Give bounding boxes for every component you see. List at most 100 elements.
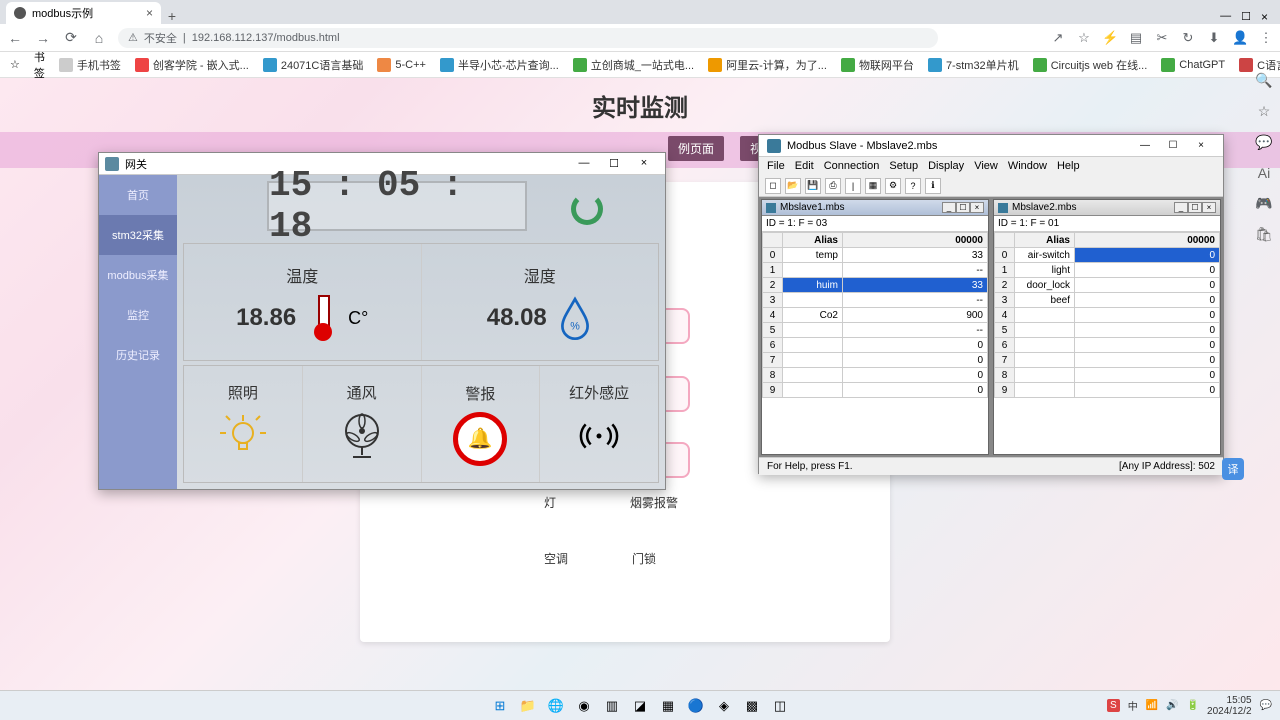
- browser-tab[interactable]: modbus示例 ×: [6, 2, 161, 24]
- tray-clock[interactable]: 15:05 2024/12/2: [1207, 695, 1252, 717]
- reader-icon[interactable]: ▤: [1128, 30, 1144, 46]
- sidebar-item[interactable]: modbus采集: [99, 255, 177, 295]
- side-shop-icon[interactable]: 🛍: [1255, 226, 1273, 243]
- bookmark-item[interactable]: 手机书签: [59, 57, 121, 73]
- menu-item[interactable]: File: [767, 160, 785, 172]
- bookmark-icon[interactable]: ☆: [1076, 30, 1092, 46]
- pane-max-icon[interactable]: ☐: [1188, 202, 1202, 213]
- share-icon[interactable]: ↗: [1050, 30, 1066, 46]
- mb-min-icon[interactable]: —: [1131, 140, 1159, 151]
- menu-item[interactable]: Display: [928, 160, 964, 172]
- pane-titlebar[interactable]: Mbslave2.mbs _☐×: [994, 200, 1220, 216]
- task-app7-icon[interactable]: ◫: [769, 695, 791, 717]
- gw-min-icon[interactable]: —: [569, 157, 599, 170]
- bookmark-item[interactable]: ChatGPT: [1161, 57, 1225, 73]
- register-row[interactable]: 90: [995, 383, 1220, 398]
- gw-close-icon[interactable]: ×: [629, 157, 659, 170]
- bookmark-item[interactable]: 创客学院 - 嵌入式...: [135, 57, 249, 73]
- task-edge-icon[interactable]: 🌐: [545, 695, 567, 717]
- tool-open-icon[interactable]: 📂: [785, 178, 801, 194]
- side-search-icon[interactable]: 🔍: [1255, 72, 1272, 89]
- reload-button[interactable]: ⟳: [62, 29, 80, 46]
- side-ai-icon[interactable]: Ai: [1258, 165, 1270, 181]
- register-row[interactable]: 4Co2900: [763, 308, 988, 323]
- menu-item[interactable]: Help: [1057, 160, 1080, 172]
- task-app6-icon[interactable]: ▩: [741, 695, 763, 717]
- tray-ime-icon[interactable]: S: [1107, 699, 1120, 712]
- translate-icon[interactable]: 译: [1222, 458, 1244, 480]
- side-star-icon[interactable]: ☆: [1258, 103, 1271, 120]
- tab-close-icon[interactable]: ×: [146, 6, 153, 20]
- register-row[interactable]: 2huim33: [763, 278, 988, 293]
- control-ir[interactable]: 红外感应: [540, 366, 658, 482]
- tray-notif-icon[interactable]: 💬: [1260, 700, 1272, 711]
- sidebar-item[interactable]: stm32采集: [99, 215, 177, 255]
- menu-item[interactable]: View: [974, 160, 998, 172]
- task-app2-icon[interactable]: ▥: [601, 695, 623, 717]
- register-row[interactable]: 60: [995, 338, 1220, 353]
- home-button[interactable]: ⌂: [90, 30, 108, 46]
- task-app1-icon[interactable]: ◉: [573, 695, 595, 717]
- register-row[interactable]: 70: [763, 353, 988, 368]
- register-row[interactable]: 50: [995, 323, 1220, 338]
- register-row[interactable]: 0temp33: [763, 248, 988, 263]
- tool-save-icon[interactable]: 💾: [805, 178, 821, 194]
- gw-max-icon[interactable]: ☐: [599, 157, 629, 170]
- register-row[interactable]: 40: [995, 308, 1220, 323]
- refresh-icon[interactable]: [571, 193, 603, 225]
- pane-min-icon[interactable]: _: [1174, 202, 1188, 213]
- pane-close-icon[interactable]: ×: [970, 202, 984, 213]
- tool-about-icon[interactable]: ℹ: [925, 178, 941, 194]
- bookmark-item[interactable]: 阿里云-计算，为了...: [708, 57, 827, 73]
- bookmark-item[interactable]: 物联网平台: [841, 57, 914, 73]
- pane-titlebar[interactable]: Mbslave1.mbs _☐×: [762, 200, 988, 216]
- sidebar-item[interactable]: 首页: [99, 175, 177, 215]
- tool-setup-icon[interactable]: ⚙: [885, 178, 901, 194]
- sidebar-item[interactable]: 历史记录: [99, 335, 177, 375]
- bookmark-item[interactable]: 立创商城_一站式电...: [573, 57, 694, 73]
- bookmark-item[interactable]: C语言重点梳理: [1239, 57, 1280, 73]
- window-min-icon[interactable]: —: [1220, 10, 1231, 24]
- download-icon[interactable]: ⬇: [1206, 30, 1222, 46]
- tool-print-icon[interactable]: ⎙: [825, 178, 841, 194]
- task-explorer-icon[interactable]: 📁: [517, 695, 539, 717]
- start-button[interactable]: ⊞: [489, 695, 511, 717]
- side-chat-icon[interactable]: 💬: [1255, 134, 1272, 151]
- register-row[interactable]: 60: [763, 338, 988, 353]
- register-row[interactable]: 90: [763, 383, 988, 398]
- mb-max-icon[interactable]: ☐: [1159, 140, 1187, 151]
- sync-icon[interactable]: ↻: [1180, 30, 1196, 46]
- tray-volume-icon[interactable]: 🔊: [1166, 700, 1178, 711]
- menu-item[interactable]: Edit: [795, 160, 814, 172]
- menu-item[interactable]: Connection: [824, 160, 880, 172]
- register-row[interactable]: 0air-switch0: [995, 248, 1220, 263]
- new-tab-button[interactable]: +: [161, 8, 183, 24]
- clip-icon[interactable]: ✂: [1154, 30, 1170, 46]
- tool-conn-icon[interactable]: ▦: [865, 178, 881, 194]
- register-row[interactable]: 2door_lock0: [995, 278, 1220, 293]
- bookmarks-folder-icon[interactable]: ☆: [10, 58, 20, 71]
- register-row[interactable]: 3--: [763, 293, 988, 308]
- task-app5-icon[interactable]: ◈: [713, 695, 735, 717]
- register-row[interactable]: 70: [995, 353, 1220, 368]
- bookmark-item[interactable]: 7-stm32单片机: [928, 57, 1019, 73]
- task-chrome-icon[interactable]: 🔵: [685, 695, 707, 717]
- task-app3-icon[interactable]: ◪: [629, 695, 651, 717]
- window-close-icon[interactable]: ×: [1261, 10, 1268, 24]
- bookmark-item[interactable]: 5-C++: [377, 57, 426, 73]
- bookmark-item[interactable]: 半导小芯-芯片查询...: [440, 57, 559, 73]
- bookmark-item[interactable]: 24071C语言基础: [263, 57, 364, 73]
- menu-icon[interactable]: ⋮: [1258, 30, 1274, 46]
- profile-icon[interactable]: 👤: [1232, 30, 1248, 46]
- tray-lang-icon[interactable]: 中: [1128, 698, 1138, 713]
- control-light[interactable]: 照明: [184, 366, 303, 482]
- control-fan[interactable]: 通风: [303, 366, 422, 482]
- pane-max-icon[interactable]: ☐: [956, 202, 970, 213]
- control-alarm[interactable]: 警报: [422, 366, 541, 482]
- pane-min-icon[interactable]: _: [942, 202, 956, 213]
- ribbon-button-1[interactable]: 例页面: [668, 136, 724, 161]
- address-bar[interactable]: ⚠ 不安全 | 192.168.112.137/modbus.html: [118, 28, 938, 48]
- tray-battery-icon[interactable]: 🔋: [1187, 700, 1199, 711]
- register-row[interactable]: 80: [763, 368, 988, 383]
- sidebar-item[interactable]: 监控: [99, 295, 177, 335]
